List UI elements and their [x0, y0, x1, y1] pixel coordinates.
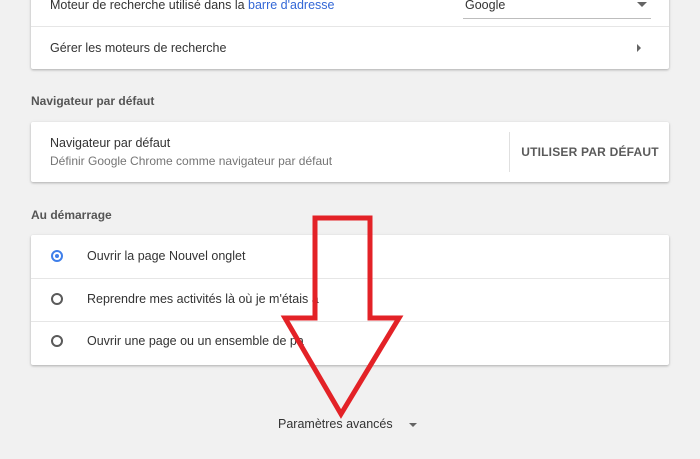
startup-option-specific-pages[interactable]: Ouvrir une page ou un ensemble de pa: [31, 322, 669, 365]
default-browser-title: Navigateur par défaut: [50, 136, 171, 150]
search-engine-select[interactable]: Google: [463, 0, 651, 19]
radio-checked-icon[interactable]: [51, 250, 63, 262]
search-engine-row: Moteur de recherche utilisé dans la barr…: [31, 0, 669, 26]
manage-search-engines-row[interactable]: Gérer les moteurs de recherche: [31, 27, 669, 69]
vertical-divider: [509, 132, 510, 172]
default-browser-description: Définir Google Chrome comme navigateur p…: [50, 154, 333, 168]
startup-option-label: Ouvrir une page ou un ensemble de pa: [87, 334, 304, 348]
radio-unchecked-icon[interactable]: [51, 293, 63, 305]
radio-unchecked-icon[interactable]: [51, 335, 63, 347]
startup-option-label: Reprendre mes activités là où je m'étais…: [87, 292, 319, 306]
chevron-right-icon: [637, 44, 641, 52]
caret-down-icon[interactable]: [409, 423, 417, 427]
default-browser-section-title: Navigateur par défaut: [31, 94, 155, 108]
advanced-settings-button[interactable]: Paramètres avancés: [278, 417, 393, 431]
startup-option-continue[interactable]: Reprendre mes activités là où je m'étais…: [31, 279, 669, 321]
search-engine-value: Google: [465, 0, 506, 12]
default-browser-card: Navigateur par défaut Définir Google Chr…: [31, 122, 669, 182]
make-default-button[interactable]: UTILISER PAR DÉFAUT: [521, 140, 659, 164]
startup-option-label: Ouvrir la page Nouvel onglet: [87, 249, 246, 263]
startup-section-title: Au démarrage: [31, 208, 112, 222]
address-bar-link[interactable]: barre d'adresse: [248, 0, 334, 12]
startup-card: Ouvrir la page Nouvel onglet Reprendre m…: [31, 235, 669, 365]
startup-option-new-tab[interactable]: Ouvrir la page Nouvel onglet: [31, 235, 669, 278]
search-engine-label: Moteur de recherche utilisé dans la barr…: [50, 0, 335, 12]
manage-search-engines-label: Gérer les moteurs de recherche: [50, 41, 227, 55]
caret-down-icon: [637, 2, 647, 7]
search-engine-card: Moteur de recherche utilisé dans la barr…: [31, 0, 669, 69]
